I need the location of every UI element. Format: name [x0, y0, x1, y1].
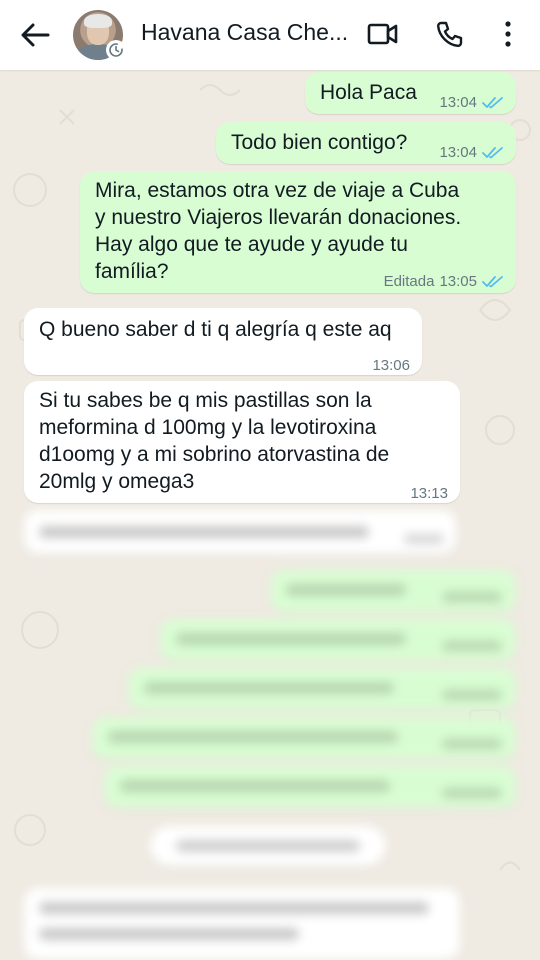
message-meta: 13:04 [439, 89, 504, 116]
message-time: 13:04 [439, 144, 477, 161]
double-check-icon [482, 146, 503, 158]
message-meta: 13:04 [439, 139, 504, 166]
arrow-left-icon[interactable] [18, 20, 52, 50]
unread-divider [150, 826, 386, 866]
message-time: 13:06 [372, 357, 410, 374]
chat-header: Havana Casa Che... [0, 0, 540, 70]
more-vertical-icon[interactable] [500, 19, 516, 49]
video-camera-icon[interactable] [367, 19, 399, 49]
message-time: 13:13 [410, 485, 448, 502]
phone-icon[interactable] [435, 19, 465, 49]
message-outgoing[interactable]: Mira, estamos otra vez de viaje a Cuba y… [80, 171, 516, 293]
message-meta: Editada 13:05 [384, 268, 504, 295]
message-incoming [24, 510, 456, 554]
message-incoming[interactable]: Q bueno saber d ti q alegría q este aq 1… [24, 308, 422, 375]
message-outgoing [160, 619, 516, 661]
double-check-icon [482, 275, 503, 287]
message-outgoing[interactable]: Todo bien contigo? 13:04 [216, 122, 516, 164]
message-text: Todo bien contigo? [231, 131, 408, 154]
message-text: Si tu sabes be q mis pastillas son la me… [39, 389, 390, 493]
message-outgoing [104, 766, 516, 808]
disappearing-timer-icon [106, 40, 126, 60]
message-meta: 13:06 [372, 352, 410, 379]
message-outgoing [92, 717, 516, 759]
message-outgoing [128, 668, 516, 710]
message-time: 13:05 [439, 273, 477, 290]
message-incoming[interactable]: Si tu sabes be q mis pastillas son la me… [24, 381, 460, 503]
message-time: 13:04 [439, 94, 477, 111]
contact-name[interactable]: Havana Casa Che... [141, 19, 348, 46]
message-list[interactable]: Hola Paca 13:04 Todo bien contigo? 13:04… [0, 70, 540, 960]
message-incoming [24, 888, 460, 960]
message-outgoing[interactable]: Hola Paca 13:04 [305, 72, 516, 114]
message-meta: 13:13 [410, 480, 448, 507]
message-text: Hola Paca [320, 81, 417, 104]
edited-label: Editada [383, 273, 435, 290]
double-check-icon [482, 96, 503, 108]
message-outgoing [270, 570, 516, 612]
message-text: Q bueno saber d ti q alegría q este aq [39, 318, 392, 341]
